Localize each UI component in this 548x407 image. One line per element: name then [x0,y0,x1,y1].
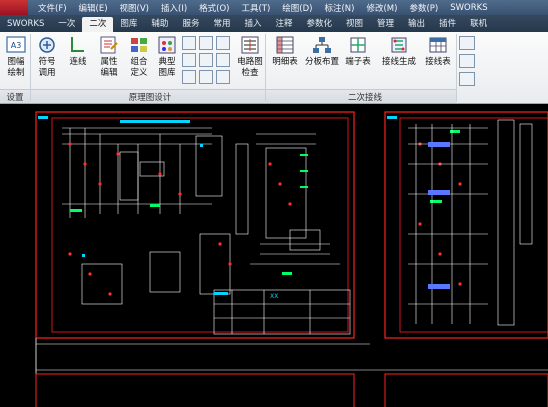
app-logo-icon[interactable] [0,0,28,15]
symbol-icon [39,37,55,53]
tab-insert[interactable]: 插入 [237,17,268,32]
circuit-check-icon [241,36,259,54]
circuit-check-label: 电路图 检查 [237,57,263,78]
tab-secondary[interactable]: 二次 [82,17,114,32]
menu-modify[interactable]: 修改(M) [360,2,403,14]
menu-view[interactable]: 视图(V) [114,2,155,14]
wire-button[interactable]: 连线 [63,35,93,68]
typical-library-label: 典型 图库 [158,57,176,78]
extra-tool-2-icon[interactable] [459,54,475,68]
tab-service[interactable]: 服务 [175,17,206,32]
menu-format[interactable]: 格式(O) [193,2,235,14]
menu-sworks[interactable]: SWORKS [444,3,493,13]
tab-plugins[interactable]: 插件 [432,17,463,32]
symbol-call-label: 符号 调用 [38,57,56,78]
menu-bar: 文件(F) 编辑(E) 视图(V) 插入(I) 格式(O) 工具(T) 绘图(D… [0,0,548,15]
tool-grid-4-icon[interactable] [182,53,196,67]
tab-parametric[interactable]: 参数化 [300,17,340,32]
extra-tool-1-icon[interactable] [459,36,475,50]
property-edit-icon [100,36,118,54]
tool-grid-6-icon[interactable] [216,53,230,67]
terminal-table-button[interactable]: 端子表 [343,35,373,68]
terminal-table-label: 端子表 [345,57,371,67]
ribbon-panel: A3 图幅 绘制 设置 符号 调用 连线 属性 编辑 组合 定义 典型 图库 电… [0,32,548,104]
tab-sworks[interactable]: SWORKS [0,17,51,32]
drawing-canvas[interactable]: XX [0,104,548,407]
tab-output[interactable]: 输出 [401,17,432,32]
combo-define-button[interactable]: 组合 定义 [124,35,154,79]
group-label-wiring: 二次接线 [347,93,382,103]
details-table-icon [276,36,294,54]
frame-draw-button[interactable]: A3 图幅 绘制 [1,35,31,79]
wiring-table-button[interactable]: 接线表 [422,35,454,68]
circuit-check-button[interactable]: 电路图 检查 [234,35,266,79]
combo-define-label: 组合 定义 [130,57,148,78]
svg-text:A3: A3 [11,41,22,50]
tab-annotate[interactable]: 注释 [268,17,299,32]
combo-define-icon [131,38,147,52]
property-edit-label: 属性 编辑 [100,57,118,78]
tool-grid-2-icon[interactable] [199,36,213,50]
tab-library[interactable]: 图库 [113,17,144,32]
board-layout-button[interactable]: 分板布置 [302,35,342,68]
wiring-generate-button[interactable]: 接线生成 [378,35,420,68]
frame-draw-label: 图幅 绘制 [7,57,25,78]
title-block-text: XX [270,293,278,300]
tab-primary[interactable]: 一次 [51,17,82,32]
board-layout-icon [313,37,331,53]
ribbon-tabs: SWORKS 一次 二次 图库 辅助 服务 常用 插入 注释 参数化 视图 管理… [0,15,548,32]
typical-library-button[interactable]: 典型 图库 [152,35,182,79]
board-layout-label: 分板布置 [304,57,339,67]
symbol-call-button[interactable]: 符号 调用 [32,35,62,79]
tool-grid-1-icon[interactable] [182,36,196,50]
details-table-label: 明细表 [272,57,298,67]
frame-a3-icon: A3 [6,36,26,53]
menu-insert[interactable]: 插入(I) [155,2,193,14]
tool-grid-9-icon[interactable] [216,70,230,84]
group-label-settings: 设置 [6,93,24,103]
wiring-table-icon [429,37,447,53]
group-label-schematic: 原理图设计 [128,93,172,103]
menu-edit[interactable]: 编辑(E) [73,2,114,14]
cad-drawing: XX [35,111,548,407]
menu-draw[interactable]: 绘图(D) [276,2,318,14]
tab-online[interactable]: 联机 [463,17,494,32]
menu-file[interactable]: 文件(F) [32,2,73,14]
tab-auxiliary[interactable]: 辅助 [144,17,175,32]
details-table-button[interactable]: 明细表 [269,35,301,68]
tab-common[interactable]: 常用 [206,17,237,32]
property-edit-button[interactable]: 属性 编辑 [94,35,124,79]
library-icon [158,36,176,54]
wire-icon [71,37,84,52]
tool-grid-7-icon[interactable] [182,70,196,84]
tab-manage[interactable]: 管理 [370,17,401,32]
tool-grid-8-icon[interactable] [199,70,213,84]
wiring-table-label: 接线表 [425,57,451,67]
wire-label: 连线 [69,57,87,67]
tab-view[interactable]: 视图 [339,17,370,32]
terminal-table-icon [350,37,366,53]
menu-tools[interactable]: 工具(T) [235,2,276,14]
menu-params[interactable]: 参数(P) [403,2,444,14]
wiring-generate-label: 接线生成 [381,57,416,67]
extra-tool-3-icon[interactable] [459,72,475,86]
tool-grid-5-icon[interactable] [199,53,213,67]
menu-dimension[interactable]: 标注(N) [318,2,360,14]
tool-grid-3-icon[interactable] [216,36,230,50]
wiring-generate-icon [391,37,407,53]
